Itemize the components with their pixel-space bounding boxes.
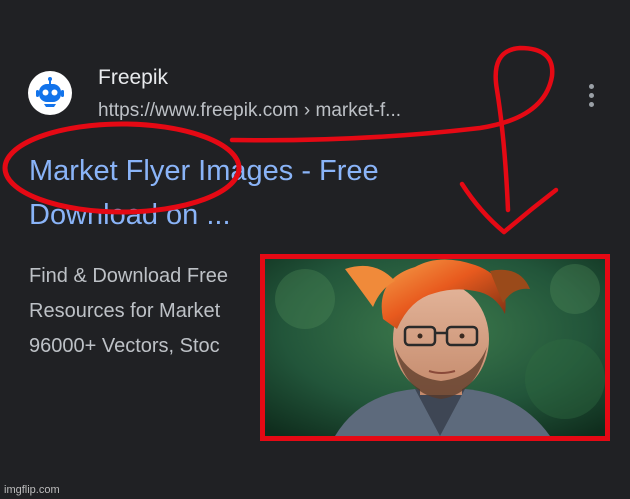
snippet-line-2: Resources for Market	[29, 300, 221, 322]
result-title-line-2[interactable]: Download on ...	[29, 193, 469, 237]
site-url[interactable]: https://www.freepik.com › market-f...	[98, 100, 401, 122]
result-title-link[interactable]: Market Flyer Images - Free Download on .…	[29, 149, 469, 237]
screenshot-page: Freepik https://www.freepik.com › market…	[0, 0, 630, 499]
snippet-line-1: Find & Download Free	[29, 265, 228, 287]
freepik-robot-icon[interactable]	[28, 71, 72, 115]
arrow-head-annotation	[459, 181, 559, 235]
result-snippet: Find & Download Free Resources for Marke…	[29, 259, 269, 364]
site-name[interactable]: Freepik	[98, 66, 168, 90]
man-with-orange-hair-and-glasses-photo	[265, 259, 605, 436]
more-vert-icon[interactable]	[586, 84, 598, 110]
overlay-photo	[260, 254, 610, 441]
snippet-line-3: 96000+ Vectors, Stoc	[29, 335, 220, 357]
imgflip-watermark: imgflip.com	[4, 484, 60, 496]
result-title-line-1[interactable]: Market Flyer Images - Free	[29, 149, 469, 193]
